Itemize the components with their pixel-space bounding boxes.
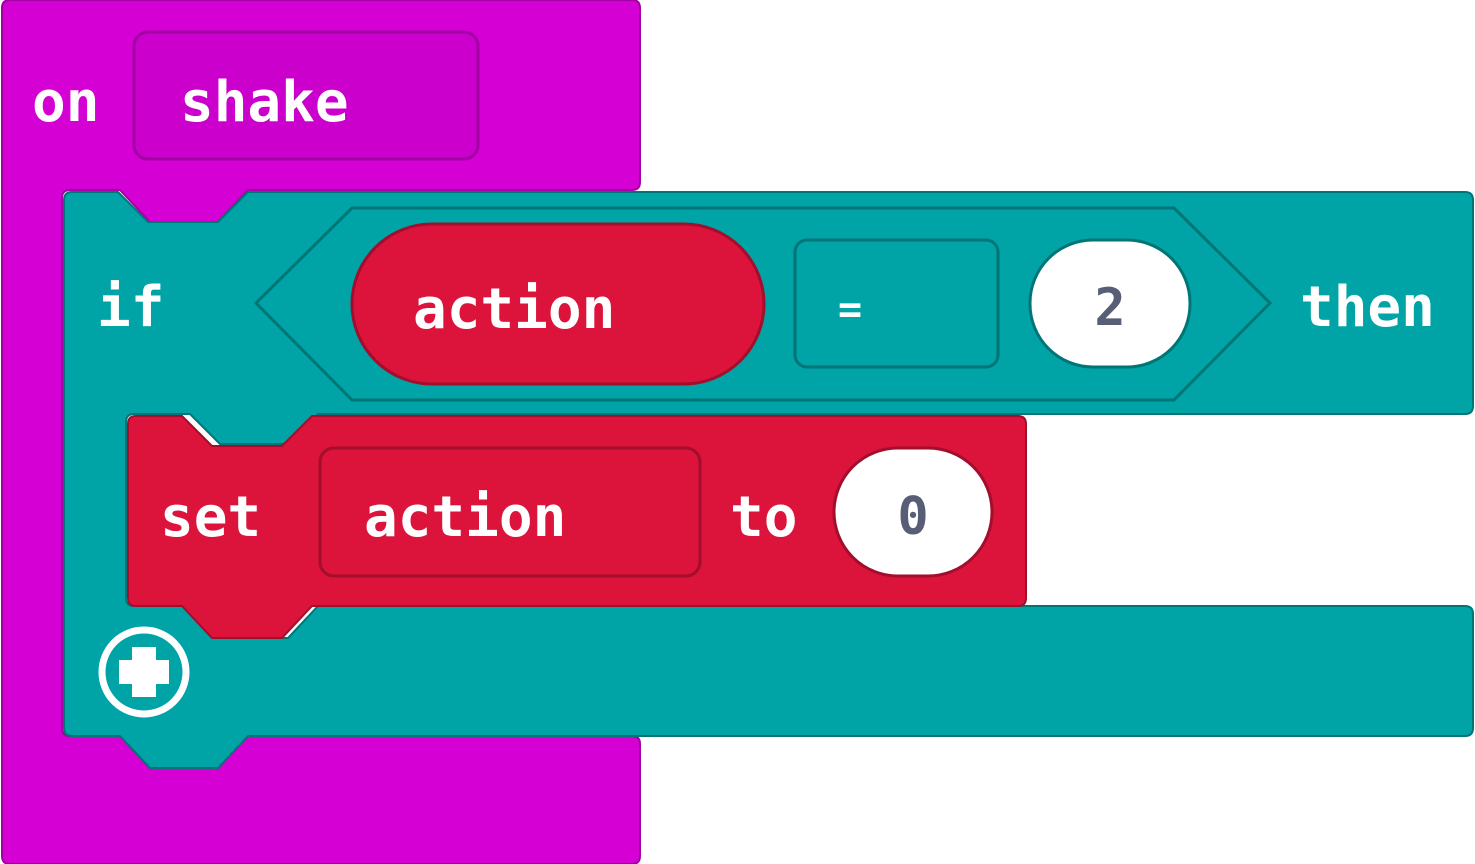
- comparison-condition[interactable]: action = 2: [253, 206, 1273, 402]
- compare-value-input[interactable]: 2: [1028, 238, 1192, 369]
- then-label: then: [1300, 275, 1435, 340]
- condition-variable-label: action: [413, 277, 615, 342]
- blocks-workspace: on shake if then action = 2 set action t…: [1, 0, 1474, 864]
- on-label: on: [32, 70, 99, 135]
- set-variable-block[interactable]: set action to 0: [127, 415, 1027, 639]
- event-dropdown-value: shake: [180, 70, 349, 135]
- compare-value-text: 2: [1094, 278, 1125, 338]
- operator-label: =: [838, 287, 862, 333]
- set-variable-label: action: [364, 485, 566, 550]
- set-value-input[interactable]: 0: [832, 446, 994, 578]
- action-variable-reporter[interactable]: action: [350, 222, 766, 386]
- set-variable-dropdown[interactable]: action: [318, 446, 702, 578]
- if-label: if: [97, 275, 164, 340]
- set-label: set: [160, 485, 261, 550]
- operator-dropdown[interactable]: =: [793, 238, 1000, 369]
- set-value-text: 0: [897, 487, 928, 547]
- to-label: to: [730, 485, 797, 550]
- event-dropdown[interactable]: shake: [132, 30, 480, 161]
- operator-dropdown-field[interactable]: [793, 238, 1000, 369]
